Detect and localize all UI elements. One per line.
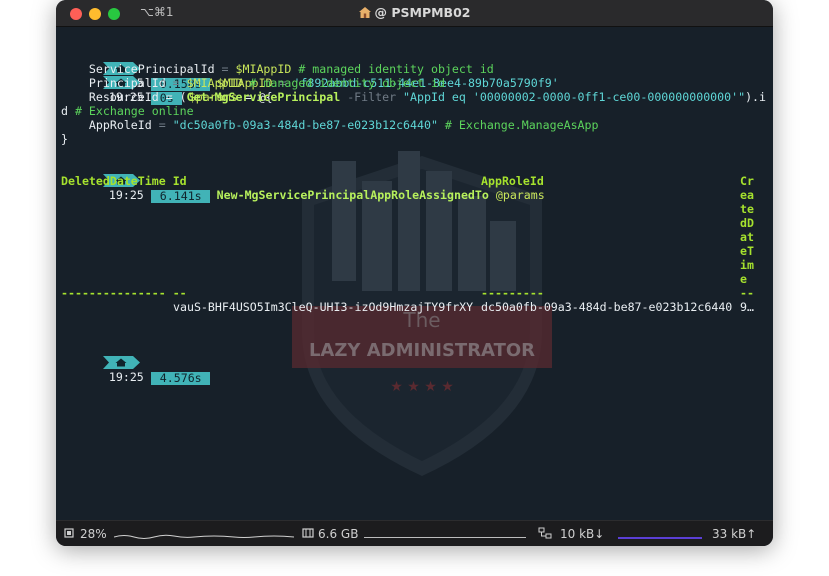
network-up: 33 kB↑ [712,527,757,541]
cmd-name: New-MgServicePrincipalAppRoleAssignedTo [216,188,489,202]
table-header-approle: AppRoleId [481,174,544,188]
title-bar: ⌥⌘1 @ PSMPMB02 [56,0,773,27]
window-title: @ PSMPMB02 [56,5,773,20]
memory-icon [302,527,314,541]
svg-text:★ ★ ★ ★: ★ ★ ★ ★ [390,379,454,395]
table-header-created-fragment: e [740,272,747,286]
code-line: ServicePrincipalId = $MIAppID # managed … [61,62,494,76]
table-header-created: Cr ea te dD at eT im e -- [740,174,754,300]
code-line: ResourceId = (Get-MgServicePrincipal -Fi… [61,90,767,104]
network-graph [618,537,702,539]
memory-usage: 6.6 GB [318,527,359,541]
window-title-text: @ PSMPMB02 [374,5,471,20]
prompt-line-2: 19:25 0s $params = @{ [61,48,273,105]
network-down: 10 kB↓ [560,527,605,541]
code-line: } [61,132,68,146]
table-separator-approle: --------- [481,286,544,300]
network-icon [538,527,552,541]
table-header-created-fragment: im [740,258,754,272]
code-line: d # Exchange online [61,104,194,118]
table-row-created: 9… [740,300,754,314]
cpu-sparkline [114,534,294,539]
table-header-created-fragment: at [740,230,754,244]
table-header-created-fragment: eT [740,244,754,258]
cpu-icon [63,527,75,541]
prompt-line-3: 19:25 6.141s New-MgServicePrincipalAppRo… [61,146,545,203]
table-header-created-fragment: Cr [740,174,754,188]
watermark-title: LAZY ADMINISTRATOR [309,340,535,361]
memory-bar [364,537,526,538]
table-separator: --------------- -- [61,286,187,300]
house-icon [358,7,371,18]
code-line: PrincipalId = $MIAppID # managed identit… [61,76,445,90]
prompt-line-4: 19:25 4.576s [61,328,210,385]
prompt-duration: 6.141s [150,190,210,203]
home-icon [102,356,143,369]
cpu-usage: 28% [80,527,107,541]
table-row-approle: dc50a0fb-09a3-484d-be87-e023b12c6440 [481,300,733,314]
terminal-window: ⌥⌘1 @ PSMPMB02 The LAZY ADMINISTRATOR ★ … [56,0,773,546]
prompt-time: 19:25 [108,370,144,384]
status-bar: 28% 6.6 GB 10 kB↓ 33 kB↑ [56,520,773,546]
table-header-created-fragment: te [740,202,754,216]
table-header: DeletedDateTime Id [61,174,187,188]
table-header-created-fragment: dD [740,216,754,230]
table-header-created-fragment: ea [740,188,754,202]
prompt-duration: 4.576s [150,372,210,385]
table-header-created-fragment: -- [740,286,754,300]
code-line: AppRoleId = "dc50a0fb-09a3-484d-be87-e02… [61,118,599,132]
terminal-body[interactable]: The LAZY ADMINISTRATOR ★ ★ ★ ★ 19:25 0.1… [56,26,773,520]
prompt-time: 19:25 [108,188,144,202]
table-row-id: vauS-BHF4USO5Im3CleQ-UHI3-izOd9HmzajTY9f… [173,300,474,314]
prompt-line-1: 19:25 0.158s $MIAppID = 'f892abbd-c511-4… [61,34,559,91]
